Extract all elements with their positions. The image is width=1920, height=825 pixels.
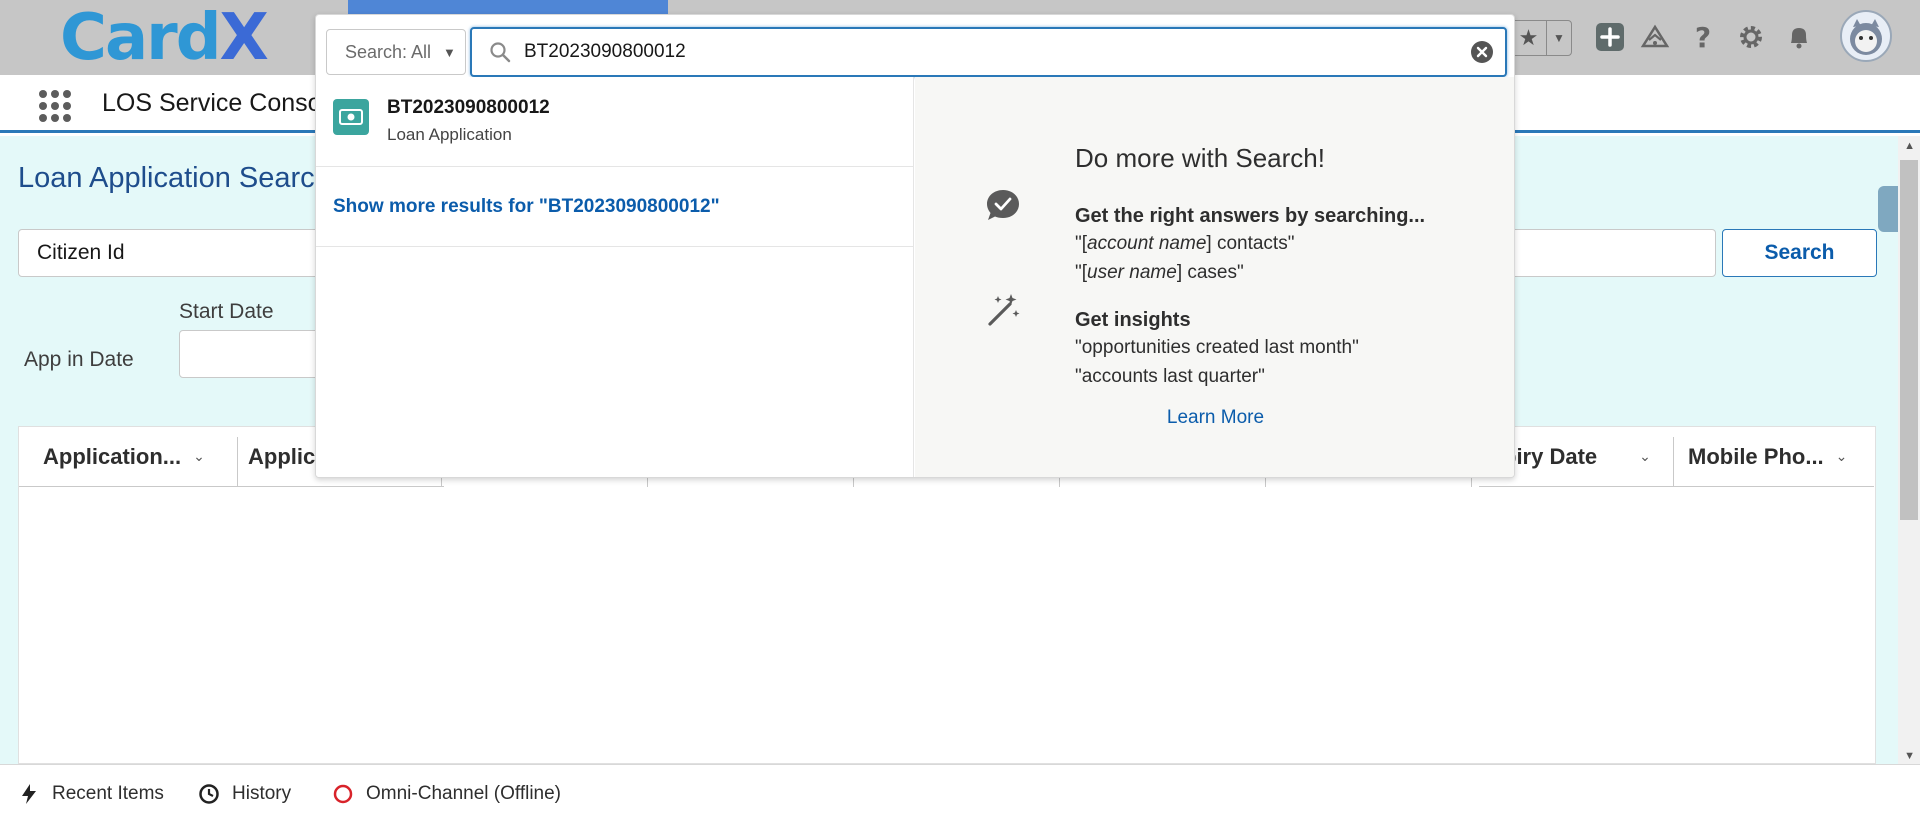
global-actions-add-icon[interactable] <box>1593 20 1627 54</box>
app-launcher-grid-icon[interactable] <box>36 87 71 122</box>
answers-bubble-icon <box>983 185 1023 225</box>
show-more-results-link[interactable]: Show more results for "BT2023090800012" <box>316 167 914 247</box>
search-tips-heading: Do more with Search! <box>1075 143 1325 173</box>
column-header-label: Applic <box>248 443 316 469</box>
search-button[interactable]: Search <box>1722 229 1877 277</box>
tip-insights-title: Get insights <box>1075 309 1191 331</box>
start-date-input[interactable] <box>179 330 329 378</box>
page-title: Loan Application Search <box>18 162 331 194</box>
utility-history[interactable]: History <box>198 783 291 805</box>
utility-omni-channel[interactable]: Omni-Channel (Offline) <box>332 783 561 805</box>
tip-insights-example-1: "opportunities created last month" <box>1075 337 1359 358</box>
global-search-box[interactable] <box>470 27 1507 77</box>
chevron-down-icon[interactable]: ⌄ <box>1639 448 1651 465</box>
clear-search-icon[interactable] <box>1469 39 1495 65</box>
scroll-thumb[interactable] <box>1900 160 1918 520</box>
column-header-label: Application... <box>43 443 182 469</box>
search-scope-label: Search: All <box>345 41 432 62</box>
logo-text-x: X <box>219 1 269 75</box>
lightning-bolt-icon <box>18 783 40 805</box>
help-icon[interactable]: ? <box>1686 20 1720 54</box>
tip-answers-title: Get the right answers by searching... <box>1075 205 1426 227</box>
svg-text:?: ? <box>1695 22 1711 52</box>
start-date-label: Start Date <box>179 300 274 323</box>
learn-more-link[interactable]: Learn More <box>915 407 1514 429</box>
notifications-bell-icon[interactable] <box>1782 20 1816 54</box>
logo-text-card: Card <box>60 1 222 75</box>
favorites-star-icon[interactable]: ★ <box>1511 21 1547 55</box>
search-criteria-input[interactable] <box>1490 229 1716 277</box>
search-result-title: BT2023090800012 <box>387 97 550 118</box>
caret-down-icon: ▼ <box>443 44 456 60</box>
utility-label: Omni-Channel (Offline) <box>366 783 562 804</box>
clock-icon <box>198 783 220 805</box>
scroll-down-arrow-icon[interactable]: ▼ <box>1904 750 1915 762</box>
utility-bar: Recent Items History Omni-Channel (Offli… <box>0 764 1920 825</box>
loan-application-record-icon <box>333 99 369 135</box>
vertical-scrollbar[interactable]: ▲ ▼ <box>1898 136 1920 764</box>
global-search-input[interactable] <box>524 41 1469 63</box>
tip-answers-example-2: "[user name] cases" <box>1075 262 1244 283</box>
favorites-dropdown-icon[interactable]: ▼ <box>1547 21 1571 55</box>
scroll-up-arrow-icon[interactable]: ▲ <box>1904 140 1915 152</box>
column-header-label: Mobile Pho... <box>1688 443 1824 469</box>
search-results-list: BT2023090800012 Loan Application Show mo… <box>316 77 914 477</box>
tip-insights-example-2: "accounts last quarter" <box>1075 366 1265 387</box>
chevron-down-icon[interactable]: ⌄ <box>1836 448 1848 465</box>
global-search-panel: Search: All ▼ BT2023090800012 Loan Appli… <box>315 14 1515 478</box>
app-name: LOS Service Console <box>102 89 342 117</box>
citizen-id-select[interactable]: Citizen Id <box>18 229 348 277</box>
chevron-down-icon[interactable]: ⌄ <box>193 448 205 465</box>
magic-wand-icon <box>983 289 1023 329</box>
setup-gear-icon[interactable] <box>1734 20 1768 54</box>
search-tips-panel: Do more with Search! Get the right answe… <box>915 77 1514 477</box>
tip-answers-example-1: "[account name] contacts" <box>1075 233 1295 254</box>
citizen-id-value: Citizen Id <box>37 241 125 264</box>
header-tab-accent <box>348 0 668 14</box>
search-result-subtitle: Loan Application <box>387 125 512 144</box>
column-header-application[interactable]: Application... ⌄ <box>19 427 237 487</box>
search-icon <box>490 42 511 63</box>
search-result-item[interactable]: BT2023090800012 Loan Application <box>316 87 914 167</box>
user-avatar[interactable] <box>1840 10 1892 62</box>
side-panel-toggle[interactable] <box>1878 186 1898 232</box>
favorites-group: ★ ▼ <box>1510 20 1572 56</box>
trailhead-icon[interactable] <box>1638 20 1672 54</box>
offline-status-icon <box>332 783 354 805</box>
search-scope-dropdown[interactable]: Search: All ▼ <box>326 29 466 75</box>
app-in-date-label: App in Date <box>24 348 134 371</box>
utility-label: Recent Items <box>52 783 164 804</box>
utility-recent-items[interactable]: Recent Items <box>18 783 164 805</box>
column-header-mobile-phone[interactable]: Mobile Pho... ⌄ <box>1674 427 1874 487</box>
cardx-logo[interactable]: Card X <box>60 1 269 75</box>
utility-label: History <box>232 783 292 804</box>
column-header-label: piry Date <box>1503 443 1598 469</box>
